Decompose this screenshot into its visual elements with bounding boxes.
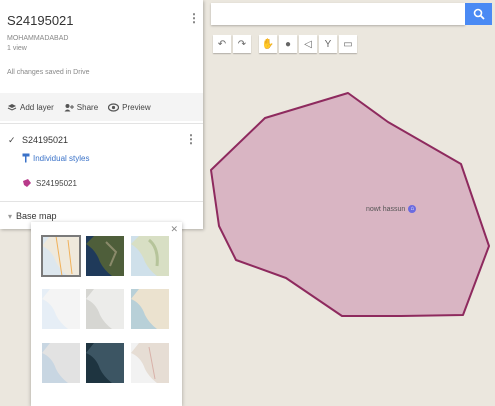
- individual-styles-link[interactable]: Individual styles: [22, 153, 89, 163]
- share-icon: [64, 103, 74, 111]
- map-description: MOHAMMADABAD: [7, 35, 69, 42]
- basemap-tile-map[interactable]: [41, 235, 81, 277]
- polygon-icon: [23, 179, 31, 187]
- layer-options-icon[interactable]: ⋮: [185, 133, 197, 145]
- basemap-tile-mono-city[interactable]: [86, 289, 124, 329]
- feature-name: S24195021: [36, 178, 77, 188]
- more-vert-icon[interactable]: ⋮: [188, 12, 200, 24]
- layer-polygon[interactable]: [210, 92, 490, 317]
- layer-name[interactable]: S24195021: [22, 135, 68, 145]
- draw-line-button[interactable]: ◁: [299, 35, 317, 53]
- add-marker-button[interactable]: ●: [279, 35, 297, 53]
- measure-button[interactable]: ▭: [339, 35, 357, 53]
- map-title[interactable]: S24195021: [7, 13, 74, 28]
- basemap-toggle[interactable]: ▾ Base map: [8, 211, 57, 221]
- layer-visibility-checkbox[interactable]: ✓: [8, 135, 16, 146]
- place-label-text: nowt hassun: [366, 205, 406, 213]
- place-marker-icon: ⌂: [408, 205, 417, 213]
- preview-label: Preview: [122, 102, 151, 112]
- hand-icon: ✋: [261, 38, 275, 50]
- map-actions: Add layer Share Preview: [0, 93, 203, 121]
- basemap-label: Base map: [16, 211, 57, 221]
- basemap-tile-dark-landmass[interactable]: [86, 343, 124, 383]
- basemap-tile-terrain[interactable]: [131, 236, 169, 276]
- paint-roller-icon: [22, 153, 30, 163]
- basemap-tile-whitewater[interactable]: [131, 343, 169, 383]
- directions-button[interactable]: Y: [319, 35, 337, 53]
- basemap-tile-satellite[interactable]: [86, 236, 124, 276]
- redo-button[interactable]: ↷: [233, 35, 251, 53]
- basemap-tile-light-political[interactable]: [42, 289, 80, 329]
- add-layer-button[interactable]: Add layer: [7, 103, 54, 112]
- chevron-icon: ▾: [8, 211, 13, 221]
- redo-icon: ↷: [237, 38, 247, 50]
- marker-icon: ●: [284, 38, 292, 50]
- place-label[interactable]: nowt hassun ⌂: [366, 205, 417, 213]
- feature-item[interactable]: S24195021: [22, 178, 77, 188]
- basemap-chooser: ✕: [31, 222, 182, 406]
- search-input[interactable]: [211, 3, 465, 25]
- share-label: Share: [76, 102, 99, 112]
- draw-line-icon: ◁: [304, 38, 312, 50]
- ruler-icon: ▭: [343, 38, 353, 50]
- basemap-tile-simple-atlas[interactable]: [131, 289, 169, 329]
- search-button[interactable]: [465, 3, 492, 25]
- basemap-tile-light-landmass[interactable]: [42, 343, 80, 383]
- basemap-tiles: [41, 235, 169, 383]
- preview-button[interactable]: Preview: [108, 102, 151, 112]
- undo-icon: ↶: [217, 38, 227, 50]
- search-icon: [473, 8, 485, 20]
- check-icon: ✓: [8, 135, 16, 145]
- directions-icon: Y: [324, 38, 332, 50]
- eye-icon: [108, 102, 120, 112]
- layers-panel: S24195021 ⋮ MOHAMMADABAD 1 view All chan…: [0, 0, 203, 229]
- map-toolbar: ↶ ↷ ✋ ● ◁ Y ▭: [213, 35, 357, 53]
- share-button[interactable]: Share: [64, 103, 98, 112]
- add-layer-label: Add layer: [20, 102, 54, 112]
- layers-icon: [7, 103, 17, 111]
- individual-styles-label: Individual styles: [33, 153, 90, 163]
- view-count: 1 view: [7, 45, 27, 52]
- save-status: All changes saved in Drive: [7, 69, 90, 76]
- undo-button[interactable]: ↶: [213, 35, 231, 53]
- pan-tool-button[interactable]: ✋: [259, 35, 277, 53]
